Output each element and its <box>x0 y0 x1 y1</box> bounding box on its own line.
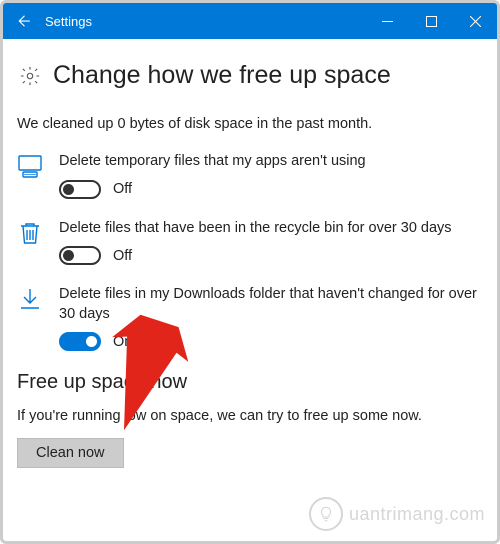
option-label: Delete temporary files that my apps aren… <box>59 152 483 172</box>
status-text: We cleaned up 0 bytes of disk space in t… <box>17 116 483 132</box>
watermark: uantrimang.com <box>309 497 485 531</box>
option-temp-files: Delete temporary files that my apps aren… <box>17 152 483 199</box>
bulb-icon <box>317 505 335 523</box>
minimize-button[interactable] <box>365 3 409 39</box>
toggle-temp-files[interactable] <box>59 180 101 199</box>
close-icon <box>470 16 481 27</box>
gear-icon <box>19 65 41 87</box>
close-button[interactable] <box>453 3 497 39</box>
section-body-free-up: If you're running low on space, we can t… <box>17 408 483 424</box>
page-title: Change how we free up space <box>53 61 391 90</box>
monitor-icon <box>17 153 43 179</box>
option-label: Delete files that have been in the recyc… <box>59 219 483 239</box>
toggle-state: Off <box>113 248 132 264</box>
clean-now-button[interactable]: Clean now <box>17 438 124 468</box>
maximize-icon <box>426 16 437 27</box>
minimize-icon <box>382 16 393 27</box>
section-title-free-up: Free up space now <box>17 371 483 394</box>
toggle-state: Off <box>113 181 132 197</box>
maximize-button[interactable] <box>409 3 453 39</box>
window-title: Settings <box>43 14 365 29</box>
arrow-left-icon <box>14 12 32 30</box>
option-recycle-bin: Delete files that have been in the recyc… <box>17 219 483 266</box>
titlebar: Settings <box>3 3 497 39</box>
toggle-state: On <box>113 334 132 350</box>
toggle-recycle-bin[interactable] <box>59 246 101 265</box>
option-label: Delete files in my Downloads folder that… <box>59 285 483 324</box>
back-button[interactable] <box>3 3 43 39</box>
page-header: Change how we free up space <box>19 61 483 90</box>
watermark-text: uantrimang.com <box>349 504 485 525</box>
option-downloads: Delete files in my Downloads folder that… <box>17 285 483 351</box>
toggle-downloads[interactable] <box>59 332 101 351</box>
download-icon <box>17 286 43 312</box>
trash-icon <box>17 220 43 246</box>
